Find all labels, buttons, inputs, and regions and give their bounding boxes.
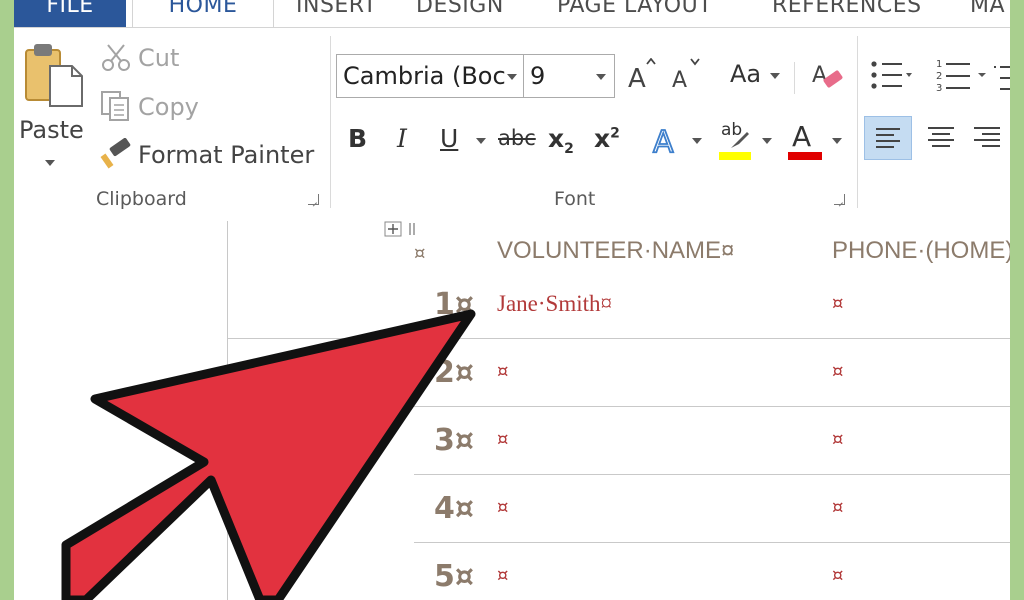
word-window: FILE HOME INSERT DESIGN PAGE LAYOUT REFE…	[14, 0, 1010, 600]
red-arrow-annotation	[61, 309, 476, 600]
